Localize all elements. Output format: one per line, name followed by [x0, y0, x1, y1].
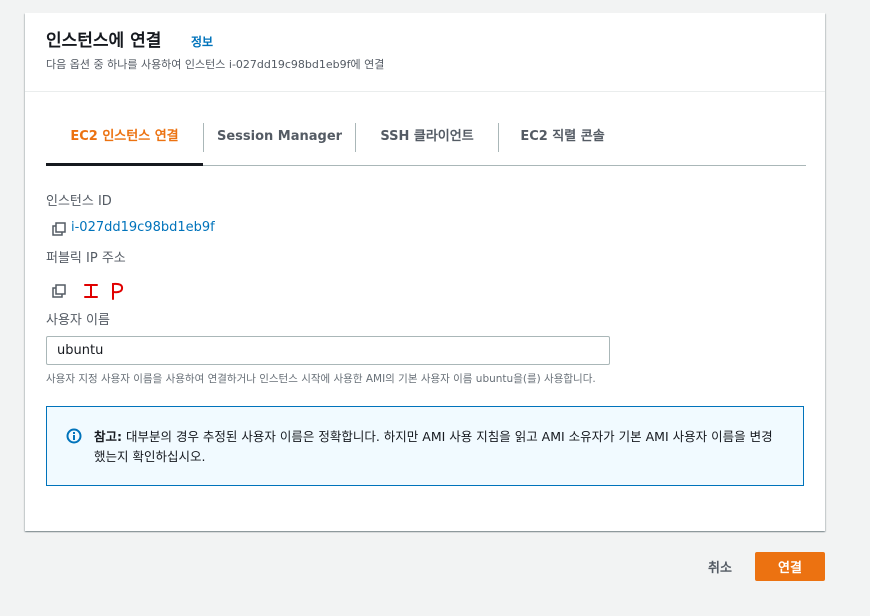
ip-handwritten-annotation [84, 282, 124, 300]
alert-message: 참고: 대부분의 경우 추정된 사용자 이름은 정확합니다. 하지만 AMI 사… [94, 427, 784, 467]
cancel-button[interactable]: 취소 [690, 552, 750, 581]
username-label: 사용자 이름 [46, 313, 110, 328]
instance-id-label: 인스턴스 ID [46, 194, 112, 209]
instance-id-value[interactable]: i-027dd19c98bd1eb9f [71, 220, 215, 236]
public-ip-label: 퍼블릭 IP 주소 [46, 251, 126, 266]
info-circle-icon [66, 428, 82, 444]
panel-header: 인스턴스에 연결 정보 다음 옵션 중 하나를 사용하여 인스턴스 i-027d… [25, 13, 825, 92]
info-alert: 참고: 대부분의 경우 추정된 사용자 이름은 정확합니다. 하지만 AMI 사… [46, 406, 804, 486]
tab-ssh-client[interactable]: SSH 클라이언트 [356, 121, 498, 166]
tab-ec2-instance-connect[interactable]: EC2 인스턴스 연결 [46, 121, 203, 166]
username-input[interactable] [46, 336, 610, 365]
info-link[interactable]: 정보 [191, 34, 213, 50]
alert-body: 대부분의 경우 추정된 사용자 이름은 정확합니다. 하지만 AMI 사용 지침… [94, 429, 773, 464]
copy-icon[interactable] [52, 283, 66, 298]
connection-tabs: EC2 인스턴스 연결 Session Manager SSH 클라이언트 EC… [46, 121, 806, 166]
active-tab-indicator [46, 163, 203, 166]
page-title: 인스턴스에 연결 [46, 31, 162, 51]
tab-session-manager[interactable]: Session Manager [204, 121, 355, 166]
tab-ec2-serial-console[interactable]: EC2 직렬 콘솔 [499, 121, 626, 166]
page-subtitle: 다음 옵션 중 하나를 사용하여 인스턴스 i-027dd19c98bd1eb9… [46, 58, 385, 71]
connect-button[interactable]: 연결 [755, 552, 825, 581]
connect-panel: 인스턴스에 연결 정보 다음 옵션 중 하나를 사용하여 인스턴스 i-027d… [25, 13, 825, 531]
alert-prefix: 참고: [94, 429, 122, 444]
copy-icon[interactable] [52, 221, 66, 236]
username-hint: 사용자 지정 사용자 이름을 사용하여 연결하거나 인스턴스 시작에 사용한 A… [46, 373, 596, 385]
